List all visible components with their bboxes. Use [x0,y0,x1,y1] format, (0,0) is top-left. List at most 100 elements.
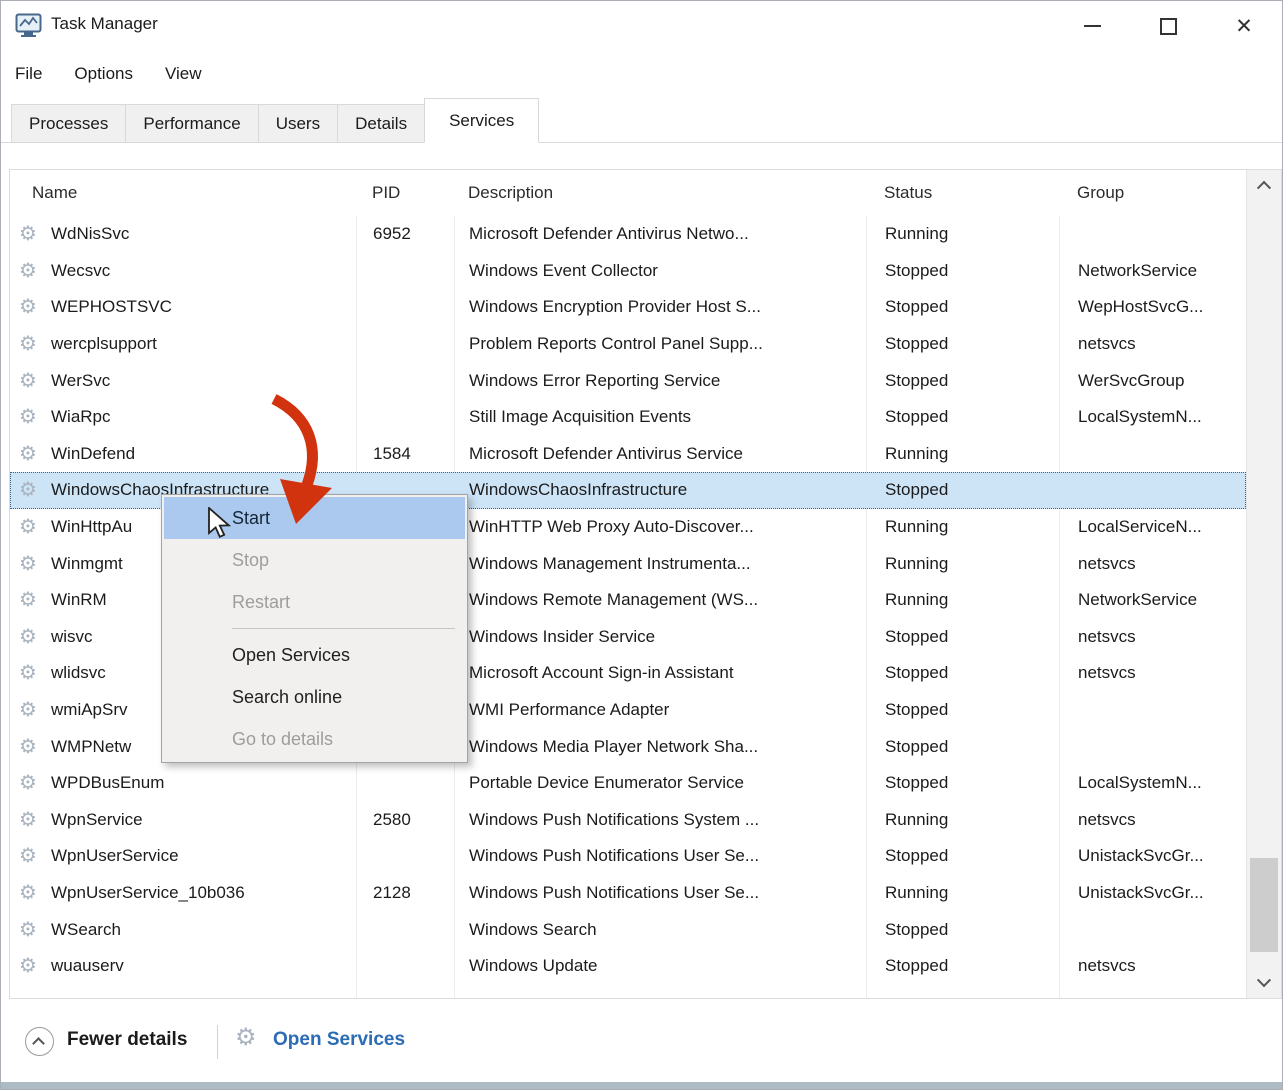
service-row[interactable]: ⚙WpnUserService_10b036 2128 Windows Push… [10,875,1246,912]
column-header-pid[interactable]: PID [356,183,454,203]
service-row[interactable]: ⚙WerSvc Windows Error Reporting Service … [10,362,1246,399]
service-group: NetworkService [1060,261,1245,281]
service-description: Windows Error Reporting Service [455,371,867,391]
service-gear-icon: ⚙ [19,663,37,682]
service-status: Stopped [867,956,1060,976]
service-status: Stopped [867,920,1060,940]
service-group: netsvcs [1060,663,1245,683]
service-row[interactable]: ⚙Wecsvc Windows Event Collector Stopped … [10,253,1246,290]
service-group: netsvcs [1060,810,1245,830]
titlebar: Task Manager ✕ [1,1,1282,51]
fewer-details-button[interactable]: Fewer details [67,1029,187,1051]
maximize-button[interactable] [1130,1,1206,51]
service-group: UnistackSvcGr... [1060,883,1245,903]
service-gear-icon: ⚙ [19,590,37,609]
context-menu-item-start[interactable]: Start [164,497,465,539]
vertical-scrollbar[interactable] [1246,170,1281,998]
service-row[interactable]: ⚙wuauserv Windows Update Stopped netsvcs [10,948,1246,985]
scroll-down-icon[interactable] [1247,968,1281,998]
service-description: Microsoft Defender Antivirus Netwo... [455,224,867,244]
service-row[interactable]: ⚙ WpnService 2580 Windows Push Notificati… [10,802,1246,839]
service-description: Still Image Acquisition Events [455,407,867,427]
tab-services[interactable]: Services [424,98,539,143]
service-row[interactable]: ⚙WSearch Windows Search Stopped [10,911,1246,948]
column-header-group[interactable]: Group [1059,183,1246,203]
menu-view[interactable]: View [165,64,202,84]
menu-options[interactable]: Options [74,64,133,84]
service-status: Stopped [867,261,1060,281]
service-row[interactable]: ⚙WEPHOSTSVC Windows Encryption Provider … [10,289,1246,326]
context-menu-item-search-online[interactable]: Search online [164,676,465,718]
scrollbar-thumb[interactable] [1250,858,1278,952]
tab-performance[interactable]: Performance [125,104,258,142]
column-header-name[interactable]: Name [10,183,356,203]
service-status: Running [867,554,1060,574]
scroll-up-icon[interactable] [1247,170,1281,200]
column-header-status[interactable]: Status [866,183,1059,203]
task-manager-app-icon [15,12,42,39]
service-status: Running [867,517,1060,537]
service-gear-icon: ⚙ [19,334,37,353]
service-name: Winmgmt [51,554,123,573]
service-description: Windows Push Notifications System ... [455,810,867,830]
service-status: Stopped [867,846,1060,866]
service-group: UnistackSvcGr... [1060,846,1245,866]
tab-strip: Processes Performance Users Details Serv… [1,97,1282,143]
tab-users[interactable]: Users [258,104,338,142]
open-services-link[interactable]: Open Services [273,1029,405,1051]
service-group: netsvcs [1060,334,1245,354]
close-icon: ✕ [1235,16,1253,37]
service-row[interactable]: ⚙WdNisSvc 6952 Microsoft Defender Antivi… [10,216,1246,253]
menu-file[interactable]: File [15,64,42,84]
service-description: Windows Remote Management (WS... [455,590,867,610]
minimize-button[interactable] [1054,1,1130,51]
service-row[interactable]: ⚙WpnUserService Windows Push Notificatio… [10,838,1246,875]
service-group: WerSvcGroup [1060,371,1245,391]
service-status: Stopped [867,334,1060,354]
service-description: Problem Reports Control Panel Supp... [455,334,867,354]
service-name: Wecsvc [51,261,110,280]
task-manager-window: Task Manager ✕ File Options View Process… [0,0,1283,1090]
service-gear-icon: ⚙ [19,810,37,829]
context-menu: StartStopRestart Open ServicesSearch onli… [161,494,468,763]
chevron-up-circle-icon[interactable] [25,1027,54,1056]
service-status: Running [867,810,1060,830]
service-row[interactable]: ⚙WiaRpc Still Image Acquisition Events S… [10,399,1246,436]
service-group: NetworkService [1060,590,1245,610]
service-description: Windows Insider Service [455,627,867,647]
menu-bar: File Options View [1,53,1282,95]
service-name: wlidsvc [51,663,106,682]
context-menu-item-restart[interactable]: Restart [164,581,465,623]
service-group: LocalSystemN... [1060,407,1245,427]
service-name: WinDefend [51,444,135,463]
close-button[interactable]: ✕ [1206,1,1282,51]
service-name: WpnService [51,810,143,829]
service-description: WindowsChaosInfrastructure [455,480,867,500]
service-name: WpnUserService [51,846,179,865]
service-row[interactable]: ⚙WinDefend 1584 Microsoft Defender Antiv… [10,436,1246,473]
footer-bar: Fewer details ⚙ Open Services [1,999,1282,1084]
service-gear-icon: ⚙ [19,261,37,280]
service-status: Stopped [867,297,1060,317]
window-bottom-edge [1,1082,1282,1089]
service-name: WpnUserService_10b036 [51,883,245,902]
service-gear-icon: ⚙ [19,517,37,536]
service-gear-icon: ⚙ [19,920,37,939]
context-menu-item-open-services[interactable]: Open Services [164,634,465,676]
service-status: Stopped [867,700,1060,720]
column-header-description[interactable]: Description [454,183,866,203]
service-description: Windows Search [455,920,867,940]
tab-details[interactable]: Details [337,104,425,142]
footer-divider [217,1025,218,1059]
service-row[interactable]: ⚙WPDBusEnum Portable Device Enumerator S… [10,765,1246,802]
service-description: WMI Performance Adapter [455,700,867,720]
service-description: Windows Event Collector [455,261,867,281]
service-description: Windows Encryption Provider Host S... [455,297,867,317]
context-menu-item-go-to-details[interactable]: Go to details [164,718,465,760]
service-pid: 2580 [357,810,455,830]
service-pid: 2128 [357,883,455,903]
service-row[interactable]: ⚙wercplsupport Problem Reports Control P… [10,326,1246,363]
context-menu-item-stop[interactable]: Stop [164,539,465,581]
service-description: Microsoft Account Sign-in Assistant [455,663,867,683]
tab-processes[interactable]: Processes [11,104,126,142]
